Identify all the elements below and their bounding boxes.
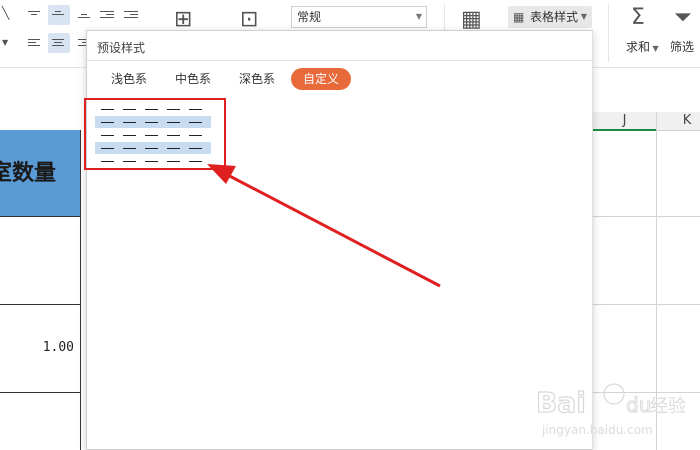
annotation-highlight-box <box>84 98 226 170</box>
column-header-j[interactable]: J <box>593 112 656 131</box>
merge-cells-icon[interactable]: ⊞ <box>174 8 192 32</box>
svg-text:经验: 经验 <box>650 396 686 417</box>
table-style-button[interactable]: ▦ 表格样式 ▼ <box>508 6 592 28</box>
increase-indent-icon[interactable] <box>124 9 138 20</box>
header-cell-text: 室数量 <box>0 160 56 186</box>
filter-icon[interactable]: ⏷ <box>674 6 692 30</box>
filter-button[interactable]: 筛选 <box>670 38 694 55</box>
number-format-select[interactable]: 常规 ▼ <box>291 6 427 28</box>
sum-label: 求和 <box>626 40 651 54</box>
table-grid-icon[interactable]: ▦ <box>461 8 482 32</box>
align-top-icon[interactable] <box>28 9 42 17</box>
divider <box>87 60 592 61</box>
cell-border <box>0 216 81 217</box>
header-cell[interactable]: 室数量 <box>0 130 80 216</box>
wrap-icon[interactable]: ╲ <box>2 6 9 20</box>
grid-line <box>593 216 700 217</box>
tab-medium[interactable]: 中色系 <box>167 68 219 90</box>
cell-border <box>0 304 81 305</box>
baidu-jingyan-watermark-logo: Bai du 经验 jingyan.baidu.com <box>535 383 686 437</box>
tab-light[interactable]: 浅色系 <box>103 68 155 90</box>
cell-border <box>80 130 81 450</box>
chevron-down-icon[interactable]: ▼ <box>2 36 8 50</box>
number-format-value: 常规 <box>297 10 322 24</box>
tab-dark[interactable]: 深色系 <box>231 68 283 90</box>
preset-style-popup: 预设样式 浅色系 中色系 深色系 自定义 <box>86 30 593 450</box>
table-style-label: 表格样式 <box>530 10 579 24</box>
svg-text:du: du <box>626 393 651 417</box>
cell-border <box>0 392 81 393</box>
chevron-down-icon: ▼ <box>415 12 422 21</box>
column-header-k[interactable]: K <box>657 112 700 131</box>
sum-icon[interactable]: Σ <box>631 6 645 30</box>
align-left-icon[interactable] <box>28 37 42 48</box>
align-middle-icon[interactable] <box>52 9 66 17</box>
grid-line <box>593 304 700 305</box>
tab-custom[interactable]: 自定义 <box>291 68 351 90</box>
divider <box>608 4 609 62</box>
decrease-indent-icon[interactable] <box>100 9 114 20</box>
table-style-icon: ▦ <box>513 10 525 24</box>
align-bottom-icon[interactable] <box>78 12 92 20</box>
sum-button[interactable]: 求和 ▼ <box>626 38 659 55</box>
cell-value[interactable]: 1.00 <box>0 340 74 355</box>
svg-text:Bai: Bai <box>536 386 586 419</box>
wrap-text-icon[interactable]: ⊡ <box>240 8 258 32</box>
svg-text:jingyan.baidu.com: jingyan.baidu.com <box>541 423 653 437</box>
align-center-icon[interactable] <box>52 37 66 48</box>
chevron-down-icon: ▼ <box>580 12 587 21</box>
popup-title: 预设样式 <box>97 41 146 55</box>
